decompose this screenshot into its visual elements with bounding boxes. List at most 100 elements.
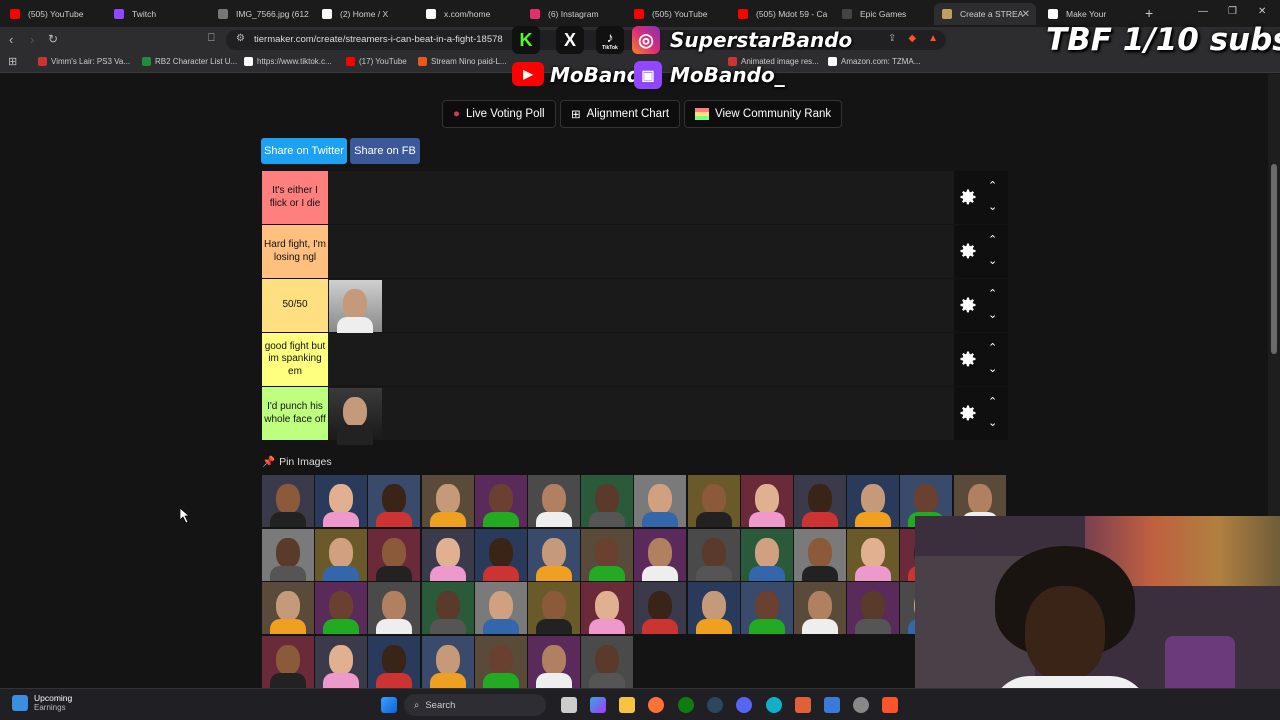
chevron-down-icon[interactable]: ⌃ [988,199,997,212]
chevron-up-icon[interactable]: ⌃ [988,179,997,192]
share-icon[interactable]: ⇪ [888,33,896,44]
pool-image[interactable] [474,475,527,527]
tier-label[interactable]: 50/50 [262,279,328,332]
task-view-icon[interactable] [561,697,577,713]
pool-image[interactable] [581,635,634,688]
alignment-chart-button[interactable]: ⊞ Alignment Chart [560,100,681,128]
pool-image[interactable] [262,635,314,688]
pool-image[interactable] [847,528,900,581]
apps-grid-icon[interactable]: ⊞ [8,55,17,68]
pool-image[interactable] [794,475,846,527]
taskbar-search[interactable]: ⌕ Search [404,694,546,716]
tab-tiermaker-active[interactable]: Create a STREA ✕ [934,3,1036,25]
pool-image[interactable] [315,582,368,634]
restore-icon[interactable]: ❐ [1228,6,1237,17]
tab-x-home[interactable]: (2) Home / X [314,3,414,25]
tab-x-com[interactable]: x.com/home [418,3,518,25]
pool-image[interactable] [421,528,474,581]
tier-label[interactable]: good fight but im spanking em [262,333,328,386]
gear-icon[interactable] [958,187,978,207]
tab-youtube-2[interactable]: (505) YouTube [626,3,726,25]
windows-start-icon[interactable] [381,697,397,713]
tab-epic-games[interactable]: Epic Games [834,3,934,25]
pool-image[interactable] [581,582,634,634]
pool-image[interactable] [581,528,634,581]
brave-rewards-icon[interactable]: ▲ [928,33,938,44]
bookmark-icon[interactable]: ⎕ [208,32,215,45]
pool-image[interactable] [634,475,687,527]
reload-icon[interactable]: ↻ [48,32,58,46]
pool-image[interactable] [687,582,740,634]
pool-image[interactable] [474,528,527,581]
tier-image[interactable] [329,388,382,445]
pool-image[interactable] [740,582,793,634]
pool-image[interactable] [581,475,634,527]
edge-icon[interactable] [766,697,782,713]
pool-image[interactable] [847,582,900,634]
brave-icon[interactable] [882,697,898,713]
pool-image[interactable] [847,475,900,527]
tab-youtube-3[interactable]: (505) Mdot 59 - Ca [730,3,830,25]
share-fb-button[interactable]: Share on FB [350,138,420,164]
chevron-up-icon[interactable]: ⌃ [988,287,997,300]
pool-image[interactable] [421,582,474,634]
pool-image[interactable] [315,475,368,527]
bookmark-item[interactable]: (17) YouTube [346,57,407,66]
app-icon[interactable] [824,697,840,713]
chevron-up-icon[interactable]: ⌃ [988,341,997,354]
back-icon[interactable]: ‹ [9,32,13,47]
pool-image[interactable] [368,528,421,581]
pool-image[interactable] [634,582,687,634]
gear-icon[interactable] [958,349,978,369]
community-rank-button[interactable]: View Community Rank [684,100,843,128]
pool-image[interactable] [262,582,314,634]
pool-image[interactable] [528,475,580,527]
chevron-down-icon[interactable]: ⌃ [988,307,997,320]
steam-icon[interactable] [707,697,723,713]
firefox-icon[interactable] [648,697,664,713]
pool-image[interactable] [740,475,793,527]
pool-image[interactable] [368,582,421,634]
chevron-down-icon[interactable]: ⌃ [988,415,997,428]
tab-instagram[interactable]: (6) Instagram [522,3,622,25]
pool-image[interactable] [528,528,580,581]
tab-twitch[interactable]: Twitch [106,3,206,25]
tab-youtube-1[interactable]: (505) YouTube [2,3,102,25]
pool-image[interactable] [528,635,580,688]
pool-image[interactable] [794,582,846,634]
brave-shield-icon[interactable]: ◆ [908,33,916,44]
pool-image[interactable] [634,528,687,581]
live-voting-poll-button[interactable]: ● Live Voting Poll [442,100,556,128]
site-info-icon[interactable]: ⚙ [236,33,245,44]
app-icon[interactable] [795,697,811,713]
file-explorer-icon[interactable] [619,697,635,713]
share-twitter-button[interactable]: Share on Twitter [261,138,347,164]
pool-image[interactable] [315,635,368,688]
bookmark-item[interactable]: Amazon.com: TZMA... [828,57,920,66]
pool-image[interactable] [687,475,740,527]
tier-label[interactable]: It's either I flick or I die [262,171,328,224]
pool-image[interactable] [368,475,421,527]
close-tab-icon[interactable]: ✕ [1022,9,1030,20]
new-tab-icon[interactable]: + [1145,5,1153,21]
pin-images-label[interactable]: 📌 Pin Images [262,455,332,469]
pool-image[interactable] [474,635,527,688]
bookmark-item[interactable]: Stream Nino paid-L... [418,57,507,66]
tier-label[interactable]: I'd punch his whole face off [262,387,328,440]
xbox-icon[interactable] [678,697,694,713]
gear-icon[interactable] [958,241,978,261]
pool-image[interactable] [687,528,740,581]
chevron-up-icon[interactable]: ⌃ [988,233,997,246]
chevron-down-icon[interactable]: ⌃ [988,253,997,266]
pool-image[interactable] [794,528,846,581]
obs-icon[interactable] [853,697,869,713]
pool-image[interactable] [740,528,793,581]
bookmark-item[interactable]: Vimm's Lair: PS3 Va... [38,57,130,66]
gear-icon[interactable] [958,403,978,423]
pool-image[interactable] [421,475,474,527]
forward-icon[interactable]: › [30,32,34,47]
pool-image[interactable] [474,582,527,634]
pool-image[interactable] [262,528,314,581]
tab-image[interactable]: IMG_7566.jpg (612… [210,3,310,25]
pool-image[interactable] [315,528,368,581]
